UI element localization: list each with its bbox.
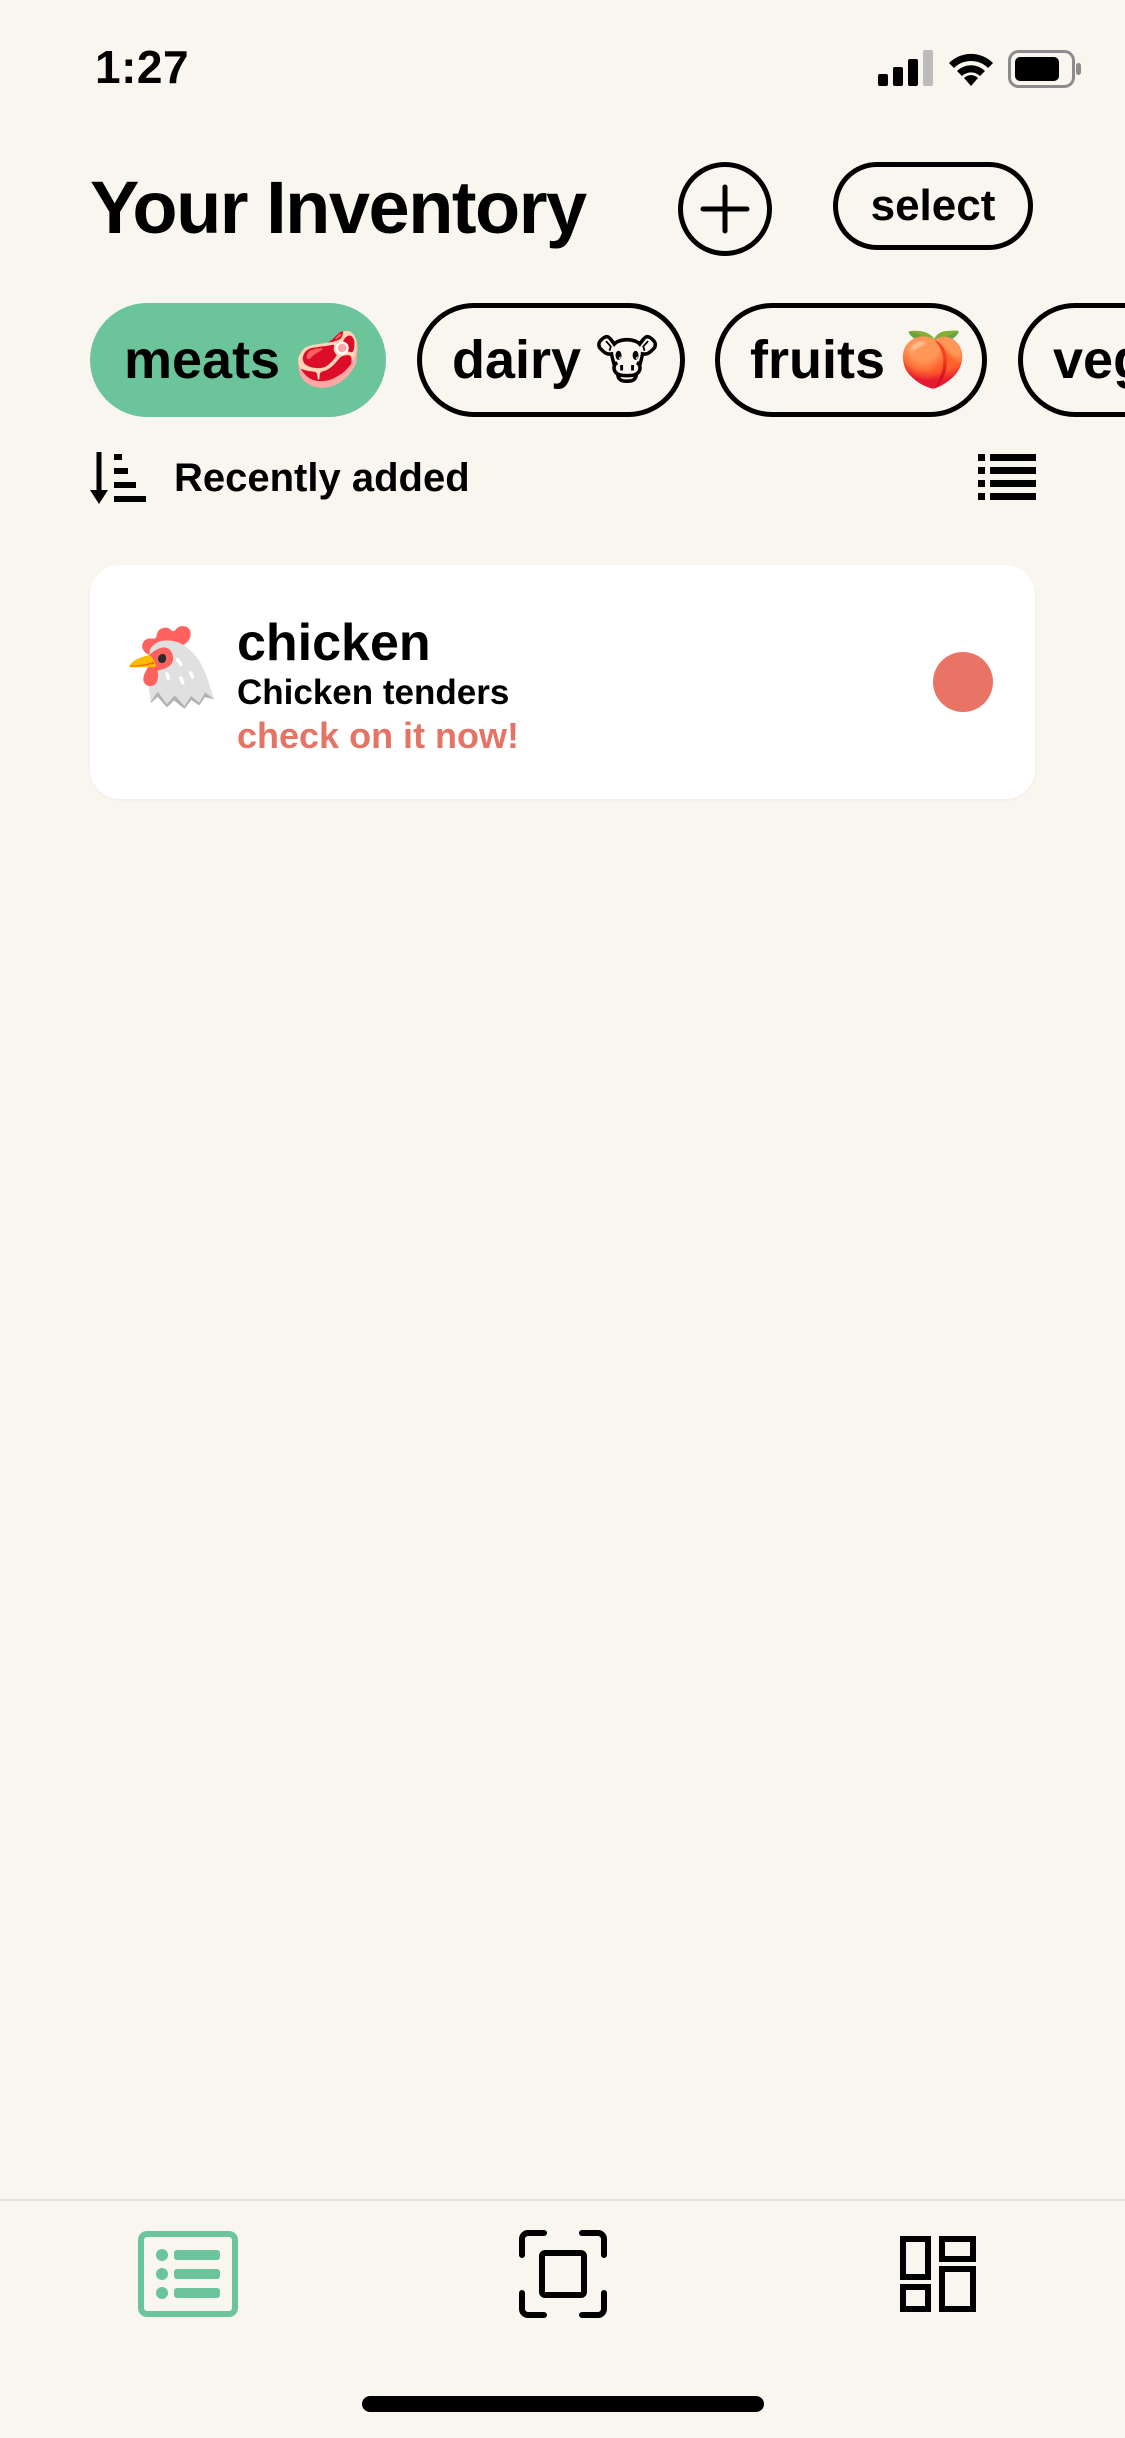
item-name: chicken: [237, 614, 431, 672]
inventory-item-card[interactable]: 🐔 chicken Chicken tenders check on it no…: [90, 565, 1035, 799]
status-indicator: [933, 652, 993, 712]
scan-icon[interactable]: [518, 2229, 608, 2319]
home-indicator[interactable]: [362, 2396, 764, 2412]
plus-icon: [700, 184, 750, 234]
category-chips: meats 🥩 dairy 🐮 fruits 🍑 veg: [0, 303, 1125, 417]
category-chip-dairy[interactable]: dairy 🐮: [417, 303, 685, 417]
peach-icon: 🍑: [899, 329, 967, 390]
category-chip-meats[interactable]: meats 🥩: [90, 303, 386, 417]
category-chip-label: meats: [124, 330, 281, 390]
select-button[interactable]: select: [833, 162, 1033, 250]
category-chip-label: dairy: [452, 330, 582, 390]
status-time: 1:27: [95, 41, 190, 93]
item-description: Chicken tenders: [237, 673, 510, 712]
list-view-icon[interactable]: [978, 453, 1036, 503]
cow-icon: 🐮: [595, 330, 659, 391]
category-chip-label: fruits: [750, 330, 885, 390]
add-item-button[interactable]: [678, 162, 772, 256]
item-alert: check on it now!: [237, 715, 520, 756]
battery-icon: [1008, 50, 1081, 88]
wifi-icon: [949, 53, 993, 86]
dashboard-icon[interactable]: [900, 2236, 976, 2312]
sort-icon[interactable]: [90, 450, 146, 508]
cellular-signal-icon: [878, 50, 933, 86]
category-chip-fruits[interactable]: fruits 🍑: [715, 303, 987, 417]
category-chip-label: veg: [1053, 330, 1125, 390]
category-chip-veg[interactable]: veg: [1018, 303, 1125, 417]
steak-icon: 🥩: [294, 329, 362, 390]
sort-label[interactable]: Recently added: [174, 456, 470, 501]
chicken-icon: 🐔: [123, 622, 221, 710]
page-title: Your Inventory: [90, 166, 587, 249]
list-icon[interactable]: [138, 2231, 238, 2317]
